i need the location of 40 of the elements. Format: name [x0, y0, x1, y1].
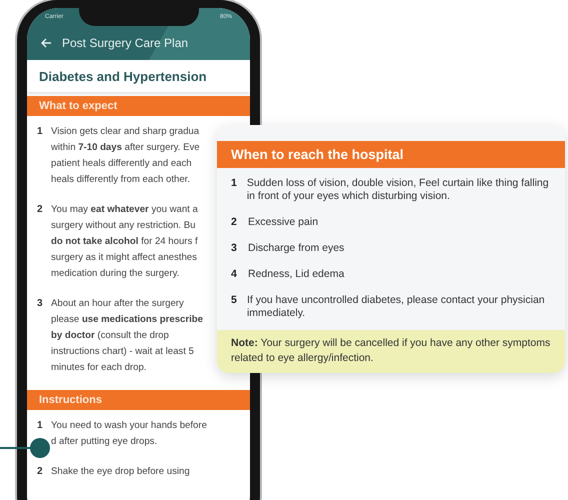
item-text: If you have uncontrolled diabetes, please contact your physician immediately.	[246, 294, 546, 320]
item-text-line: by doctor (consult the drop	[51, 329, 170, 343]
item-text-line: patient heals differently and each	[51, 157, 193, 171]
item-text-line: You need to wash your hands before	[51, 419, 207, 433]
item-number: 3	[231, 242, 238, 255]
item-number: 4	[231, 268, 238, 281]
leader-line	[0, 447, 32, 448]
item-text-line: About an hour after the surgery	[51, 297, 185, 311]
section-header: What to expect	[27, 96, 250, 116]
item-text: Excessive pain	[248, 216, 318, 229]
item-text-line: heals differently from each other.	[51, 173, 192, 187]
item-text: Redness, Lid edema	[248, 268, 344, 281]
item-text: Discharge from eyes	[248, 242, 344, 255]
item-number: 1	[231, 177, 237, 191]
item-number: 5	[231, 294, 237, 308]
item-text-line: Vision gets clear and sharp gradua	[51, 125, 200, 139]
item-number: 2	[37, 465, 44, 479]
item-text-line: medication during the surgery.	[51, 267, 180, 281]
item-text-line: You may eat whatever you want a	[51, 203, 198, 217]
note-text: Note: Your surgery will be cancelled if you have any other symptoms related to eye allergy/infection.	[217, 330, 565, 373]
app-title: Post Surgery Care Plan	[62, 36, 188, 50]
item-number: 1	[37, 125, 44, 139]
back-arrow-icon[interactable]	[41, 38, 52, 48]
item-number: 1	[37, 419, 44, 433]
item-number: 3	[37, 297, 44, 311]
item-text-line: do not take alcohol for 24 hours f	[51, 235, 198, 249]
item-number: 2	[37, 203, 44, 217]
item-text-line: within 7-10 days after surgery. Eve	[51, 141, 200, 155]
item-text-line: d after putting eye drops.	[51, 435, 158, 449]
item-text-line: surgery as it might affect anesthes	[51, 251, 198, 265]
item-text: Sudden loss of vision, double vision, Feel curtain like thing falling in front of your eyes which disturbing vision.	[246, 177, 550, 203]
callout-title: When to reach the hospital	[217, 141, 565, 168]
section-header: Instructions	[27, 390, 250, 410]
item-text-line: instructions chart) - wait at least 5	[51, 345, 195, 359]
item-number: 2	[231, 216, 238, 229]
item-text-line: please use medications prescribe	[51, 313, 203, 327]
item-text-line: Shake the eye drop before using	[51, 465, 190, 479]
item-text-line: surgery without any restriction. Bu	[51, 219, 197, 233]
page-title: Diabetes and Hypertension	[27, 60, 250, 92]
item-text-line: minutes for each drop.	[51, 361, 148, 375]
